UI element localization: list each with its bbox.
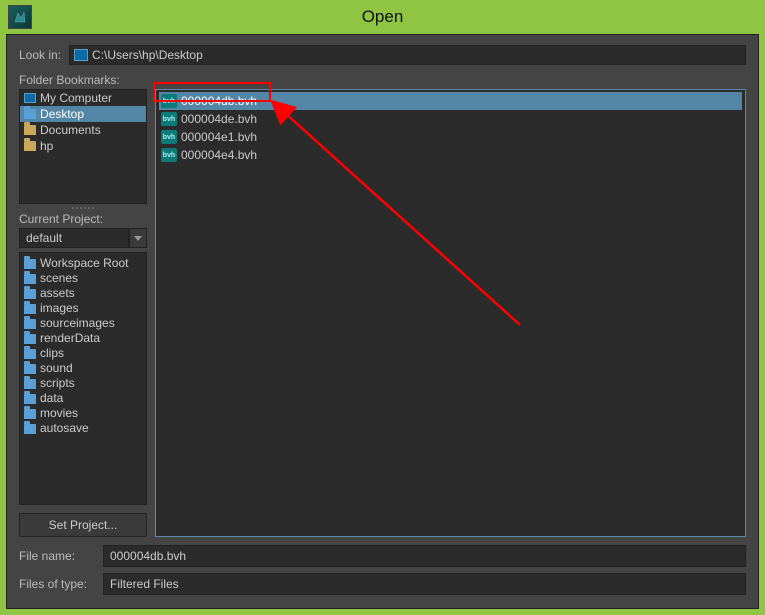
folder-icon xyxy=(24,109,36,119)
file-item-name: 000004e1.bvh xyxy=(181,130,257,144)
file-item[interactable]: bvh 000004de.bvh xyxy=(159,110,742,128)
folder-icon xyxy=(24,304,36,314)
bookmark-item[interactable]: Desktop xyxy=(20,106,146,122)
folder-icon xyxy=(24,394,36,404)
look-in-path-text: C:\Users\hp\Desktop xyxy=(92,48,203,62)
workspace-item[interactable]: movies xyxy=(24,406,142,421)
workspace-item-label: sound xyxy=(40,361,73,376)
folder-icon xyxy=(24,409,36,419)
monitor-icon xyxy=(74,49,88,61)
workspace-item[interactable]: sourceimages xyxy=(24,316,142,331)
folder-icon xyxy=(24,274,36,284)
workspace-item-label: movies xyxy=(40,406,78,421)
workspace-item-label: Workspace Root xyxy=(40,256,128,271)
workspace-item-label: assets xyxy=(40,286,75,301)
file-item-name: 000004de.bvh xyxy=(181,112,257,126)
set-project-label: Set Project... xyxy=(49,518,118,532)
file-name-row: File name: xyxy=(19,545,746,567)
bvh-file-icon: bvh xyxy=(161,148,177,162)
workspace-item[interactable]: assets xyxy=(24,286,142,301)
file-name-input[interactable] xyxy=(103,545,746,567)
look-in-row: Look in: C:\Users\hp\Desktop xyxy=(7,35,758,73)
folder-icon xyxy=(24,289,36,299)
folder-icon xyxy=(24,319,36,329)
look-in-path-field[interactable]: C:\Users\hp\Desktop xyxy=(69,45,746,65)
file-item[interactable]: bvh 000004e4.bvh xyxy=(159,146,742,164)
window-title: Open xyxy=(362,7,404,27)
folder-icon xyxy=(24,424,36,434)
title-bar: Open xyxy=(0,0,765,34)
set-project-button[interactable]: Set Project... xyxy=(19,513,147,537)
workspace-item[interactable]: clips xyxy=(24,346,142,361)
workspace-item[interactable]: autosave xyxy=(24,421,142,436)
bookmark-item[interactable]: Documents xyxy=(20,122,146,138)
workspace-item-label: clips xyxy=(40,346,64,361)
bookmark-item[interactable]: My Computer xyxy=(20,90,146,106)
workspace-item[interactable]: Workspace Root xyxy=(24,256,142,271)
workspace-item[interactable]: data xyxy=(24,391,142,406)
open-dialog: Look in: C:\Users\hp\Desktop Folder Book… xyxy=(6,34,759,609)
workspace-item-label: scripts xyxy=(40,376,75,391)
workspace-item-label: renderData xyxy=(40,331,100,346)
bookmarks-panel[interactable]: My Computer Desktop Documents hp xyxy=(19,89,147,204)
look-in-label: Look in: xyxy=(19,48,61,62)
current-project-label: Current Project: xyxy=(19,212,147,226)
bvh-file-icon: bvh xyxy=(161,94,177,108)
bookmark-item-label: Desktop xyxy=(40,107,84,121)
folder-icon xyxy=(24,364,36,374)
folder-icon xyxy=(24,259,36,269)
file-name-label: File name: xyxy=(19,549,93,563)
file-item-name: 000004db.bvh xyxy=(181,94,257,108)
left-column: Folder Bookmarks: My Computer Desktop Docu… xyxy=(19,73,147,537)
workspace-item-label: images xyxy=(40,301,79,316)
workspace-item[interactable]: images xyxy=(24,301,142,316)
app-logo-icon xyxy=(8,5,32,29)
project-dropdown-arrow[interactable] xyxy=(129,228,147,248)
project-select[interactable]: default xyxy=(19,228,129,248)
workspace-item-label: autosave xyxy=(40,421,89,436)
workspace-item[interactable]: scenes xyxy=(24,271,142,286)
folder-icon xyxy=(24,379,36,389)
file-item[interactable]: bvh 000004e1.bvh xyxy=(159,128,742,146)
bookmark-item-label: My Computer xyxy=(40,91,112,105)
bookmarks-label: Folder Bookmarks: xyxy=(19,73,147,87)
workspace-item-label: data xyxy=(40,391,63,406)
folder-icon xyxy=(24,349,36,359)
file-item[interactable]: bvh 000004db.bvh xyxy=(159,92,742,110)
workspace-item[interactable]: sound xyxy=(24,361,142,376)
file-type-row: Files of type: xyxy=(19,573,746,595)
bookmark-item-label: hp xyxy=(40,139,53,153)
folder-icon xyxy=(24,141,36,151)
file-type-input[interactable] xyxy=(103,573,746,595)
file-type-label: Files of type: xyxy=(19,577,93,591)
splitter-handle[interactable] xyxy=(19,204,147,212)
file-item-name: 000004e4.bvh xyxy=(181,148,257,162)
project-select-value: default xyxy=(26,231,62,245)
folder-icon xyxy=(24,334,36,344)
bvh-file-icon: bvh xyxy=(161,112,177,126)
bookmark-item[interactable]: hp xyxy=(20,138,146,154)
workspace-item-label: sourceimages xyxy=(40,316,115,331)
workspace-item[interactable]: renderData xyxy=(24,331,142,346)
file-list-pane[interactable]: bvh 000004db.bvh bvh 000004de.bvh bvh 000004e… xyxy=(155,89,746,537)
bookmark-item-label: Documents xyxy=(40,123,101,137)
workspace-item-label: scenes xyxy=(40,271,78,286)
workspace-tree[interactable]: Workspace Rootscenesassetsimagessourceim… xyxy=(19,252,147,505)
bvh-file-icon: bvh xyxy=(161,130,177,144)
computer-icon xyxy=(24,93,36,103)
workspace-item[interactable]: scripts xyxy=(24,376,142,391)
folder-icon xyxy=(24,125,36,135)
